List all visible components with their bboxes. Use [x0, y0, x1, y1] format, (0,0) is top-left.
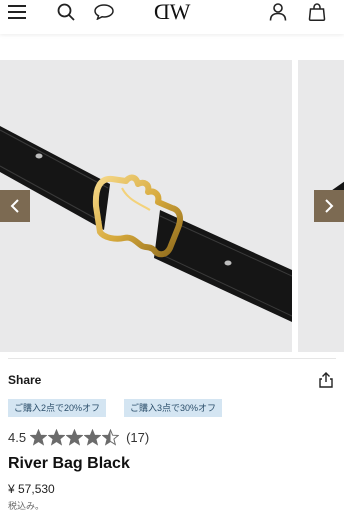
- share-icon[interactable]: [318, 372, 334, 388]
- section-divider: [8, 358, 336, 359]
- brand-logo-left: D: [154, 0, 170, 24]
- bag-icon[interactable]: [305, 0, 329, 24]
- chat-icon[interactable]: [92, 0, 116, 24]
- product-price: ¥ 57,530: [8, 482, 55, 496]
- promo-badge-3: ご購入3点で30%オフ: [124, 399, 223, 417]
- search-icon[interactable]: [54, 0, 78, 24]
- star-full-icon: [84, 428, 102, 446]
- belt-illustration: [0, 126, 292, 322]
- brand-logo[interactable]: DW: [152, 0, 192, 25]
- star-full-icon: [30, 428, 48, 446]
- menu-icon[interactable]: [5, 0, 29, 24]
- star-full-icon: [66, 428, 84, 446]
- prev-image-button[interactable]: [0, 190, 30, 222]
- share-label[interactable]: Share: [8, 373, 41, 387]
- next-image-button[interactable]: [314, 190, 344, 222]
- account-icon[interactable]: [266, 0, 290, 24]
- product-gallery[interactable]: [0, 60, 344, 352]
- top-header: DW: [0, 0, 344, 34]
- star-rating: [30, 428, 120, 446]
- promo-badge-2: ご購入2点で20%オフ: [8, 399, 107, 417]
- review-count[interactable]: (17): [126, 430, 149, 445]
- product-image[interactable]: [0, 60, 292, 352]
- brand-logo-right: W: [169, 0, 191, 24]
- tax-note: 税込み。: [8, 501, 45, 511]
- product-title: River Bag Black: [8, 455, 130, 472]
- chevron-left-icon: [10, 199, 19, 213]
- chevron-right-icon: [325, 199, 334, 213]
- rating-value: 4.5: [8, 429, 27, 445]
- star-half-icon: [102, 428, 120, 446]
- rating-row: 4.5 (17): [8, 427, 149, 447]
- star-full-icon: [48, 428, 66, 446]
